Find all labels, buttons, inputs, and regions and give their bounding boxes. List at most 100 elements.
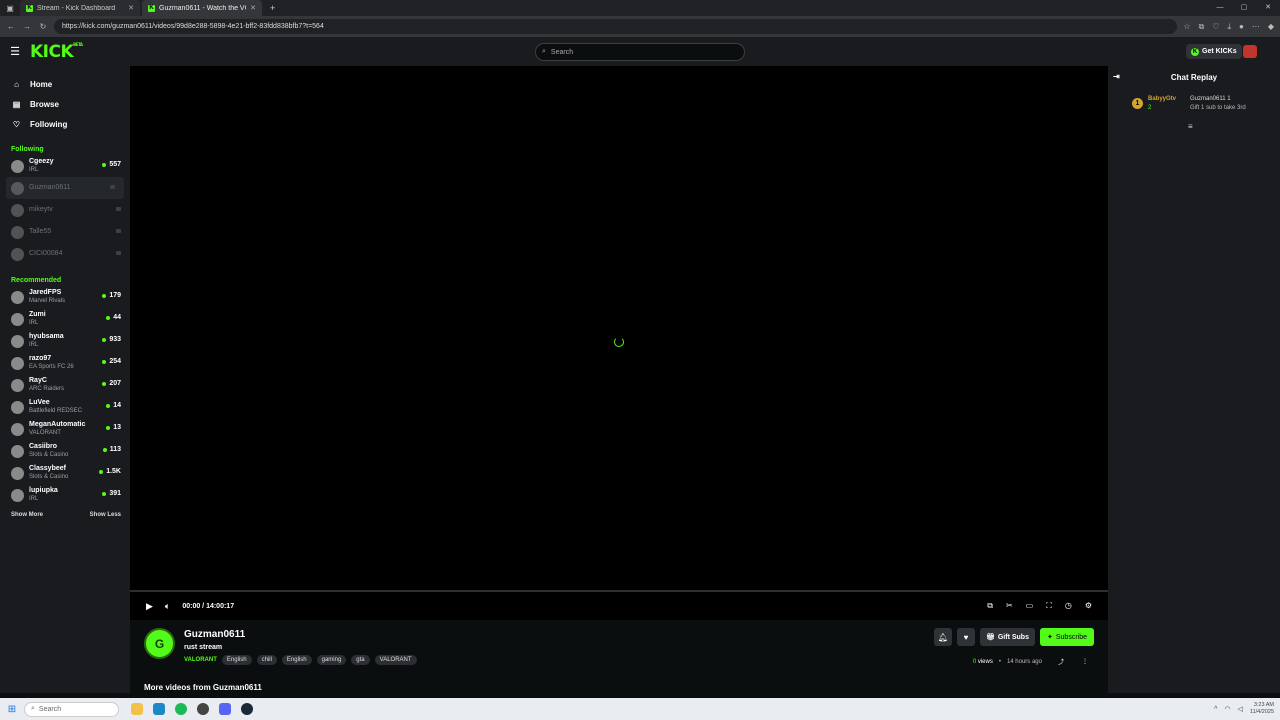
- extensions-icon[interactable]: ⧉: [1199, 22, 1205, 32]
- viewer-count: 1.5K: [99, 468, 121, 475]
- chat-username[interactable]: BabyyGtv: [1148, 96, 1176, 102]
- sidebar-item-following[interactable]: ♡ Following: [0, 114, 130, 134]
- bookmark-star-icon[interactable]: ☆: [1183, 22, 1190, 32]
- following-channel[interactable]: Guzman0611: [6, 177, 124, 199]
- recommended-list: JaredFPS Marvel Rivals 179 Zumi IRL 44 hyubsam…: [0, 286, 130, 506]
- recommended-channel[interactable]: Zumi IRL 44: [0, 308, 130, 330]
- forward-icon[interactable]: →: [22, 22, 32, 31]
- offline-icon: [116, 251, 121, 255]
- url-input[interactable]: https://kick.com/guzman0611/videos/99d8e…: [54, 19, 1178, 34]
- hamburger-menu-icon[interactable]: ☰: [0, 45, 30, 58]
- volume-icon[interactable]: 🔈︎: [165, 601, 170, 612]
- browser-tab-dashboard[interactable]: K Stream - Kick Dashboard ✕: [20, 0, 140, 16]
- chat-filter-icon[interactable]: ≡: [1188, 122, 1193, 131]
- category-link[interactable]: VALORANT: [184, 657, 217, 663]
- tag-chip[interactable]: gta: [351, 655, 370, 665]
- more-options-icon[interactable]: ⋮: [1082, 658, 1088, 665]
- clock[interactable]: 3:23 AM 11/4/2025: [1250, 702, 1274, 716]
- sidebar-item-browse[interactable]: ▤ Browse: [0, 94, 130, 114]
- new-tab-button[interactable]: +: [264, 3, 281, 13]
- following-channel[interactable]: Cgeezy IRL 557: [0, 155, 130, 177]
- recommended-channel[interactable]: Casiibro Slots & Casino 113: [0, 440, 130, 462]
- window-menu-icon[interactable]: ▣: [0, 0, 20, 16]
- theater-mode-icon[interactable]: ▭: [1026, 601, 1034, 611]
- notification-bell-button[interactable]: 🔔︎: [933, 628, 952, 646]
- fullscreen-icon[interactable]: ⛶: [1046, 601, 1052, 611]
- clip-icon[interactable]: ✂: [1006, 601, 1013, 611]
- copilot-icon[interactable]: ◆: [1268, 22, 1274, 32]
- close-tab-icon[interactable]: ✕: [250, 4, 256, 12]
- reload-icon[interactable]: ↻: [38, 22, 48, 31]
- taskbar-search-input[interactable]: ⌕ Search: [24, 701, 119, 717]
- tag-chip[interactable]: gaming: [316, 655, 347, 665]
- recommended-channel[interactable]: Classybeef Slots & Casino 1.5K: [0, 462, 130, 484]
- tag-chip[interactable]: VALORANT: [374, 655, 417, 665]
- profile-icon[interactable]: ●: [1239, 22, 1244, 32]
- settings-gear-icon[interactable]: ⚙: [1085, 601, 1092, 611]
- gift-count-badge: 1: [1132, 98, 1143, 109]
- video-player[interactable]: [130, 66, 1108, 590]
- recommended-channel[interactable]: JaredFPS Marvel Rivals 179: [0, 286, 130, 308]
- recommended-channel[interactable]: LuVee Battlefield REDSEC 14: [0, 396, 130, 418]
- show-more-button[interactable]: Show More: [11, 512, 43, 518]
- viewer-count: 391: [102, 490, 121, 497]
- favorites-icon[interactable]: ♡: [1212, 22, 1219, 32]
- user-avatar[interactable]: [1243, 45, 1257, 58]
- menu-dots-icon[interactable]: ⋯: [1252, 22, 1260, 32]
- offline-icon: [116, 229, 121, 233]
- following-list: Cgeezy IRL 557 Guzman0611 mikeytv Talle55…: [0, 155, 130, 265]
- meta-separator: •: [998, 658, 1001, 665]
- windows-start-icon[interactable]: ⊞: [0, 704, 24, 715]
- obs-icon[interactable]: [197, 703, 209, 715]
- following-channel[interactable]: Talle55: [0, 221, 130, 243]
- tag-chip[interactable]: English: [281, 655, 312, 665]
- live-dot-icon: [106, 403, 111, 408]
- subscribe-button[interactable]: ✦ Subscribe: [1039, 628, 1094, 646]
- following-channel[interactable]: mikeytv: [0, 199, 130, 221]
- channel-name[interactable]: Guzman0611: [184, 629, 245, 640]
- following-channel[interactable]: CICI00084: [0, 243, 130, 265]
- speaker-icon[interactable]: ◁: [1238, 705, 1243, 713]
- recommended-channel[interactable]: hyubsama IRL 933: [0, 330, 130, 352]
- chevron-up-icon[interactable]: ^: [1214, 706, 1217, 713]
- video-meta: 0 views • 14 hours ago ⤴ ⋮: [973, 657, 1088, 667]
- follow-button[interactable]: ♥: [956, 628, 975, 646]
- channel-avatar[interactable]: G: [144, 628, 175, 659]
- browser-tab-vod[interactable]: K Guzman0611 - Watch the VOD o ✕: [142, 0, 262, 16]
- file-explorer-icon[interactable]: [131, 703, 143, 715]
- share-icon[interactable]: ⤴: [1058, 657, 1064, 666]
- tag-chip[interactable]: chill: [256, 655, 277, 665]
- play-icon[interactable]: ▶: [146, 601, 153, 612]
- spotify-icon[interactable]: [175, 703, 187, 715]
- minimize-icon[interactable]: —: [1208, 0, 1232, 16]
- close-tab-icon[interactable]: ✕: [128, 4, 134, 12]
- speed-icon[interactable]: ◷: [1065, 601, 1072, 611]
- back-icon[interactable]: ←: [6, 22, 16, 31]
- get-kicks-button[interactable]: K Get KICKs: [1186, 44, 1242, 59]
- search-input[interactable]: ⌕ Search: [535, 43, 745, 61]
- tag-chip[interactable]: English: [221, 655, 252, 665]
- close-window-icon[interactable]: ✕: [1256, 0, 1280, 16]
- discord-icon[interactable]: [219, 703, 231, 715]
- steam-icon[interactable]: [241, 703, 253, 715]
- viewer-count: 13: [106, 424, 121, 431]
- recommended-channel[interactable]: MeganAutomatic VALORANT 13: [0, 418, 130, 440]
- loading-spinner-icon: [614, 337, 624, 347]
- downloads-icon[interactable]: ⤓: [1227, 22, 1231, 32]
- recommended-channel[interactable]: lupiupka IRL 391: [0, 484, 130, 506]
- maximize-icon[interactable]: ▢: [1232, 0, 1256, 16]
- sidebar-item-home[interactable]: ⌂ Home: [0, 74, 130, 94]
- edge-browser-icon[interactable]: [153, 703, 165, 715]
- miniplayer-icon[interactable]: ⧉: [987, 601, 993, 611]
- chat-target-user[interactable]: Guzman0611 1: [1190, 96, 1231, 102]
- stream-title: rust stream: [184, 644, 223, 651]
- gift-subs-button[interactable]: 🎁︎ Gift Subs: [979, 628, 1035, 646]
- wifi-icon[interactable]: ◠: [1224, 705, 1230, 713]
- recommended-channel[interactable]: razo97 EA Sports FC 26 254: [0, 352, 130, 374]
- kick-logo[interactable]: KICKBETA: [30, 42, 83, 62]
- collapse-chat-icon[interactable]: ⇥: [1113, 72, 1120, 81]
- live-dot-icon: [102, 337, 107, 342]
- show-less-button[interactable]: Show Less: [90, 512, 121, 518]
- recommended-channel[interactable]: RayC ARC Raiders 207: [0, 374, 130, 396]
- viewer-count: 113: [102, 446, 121, 453]
